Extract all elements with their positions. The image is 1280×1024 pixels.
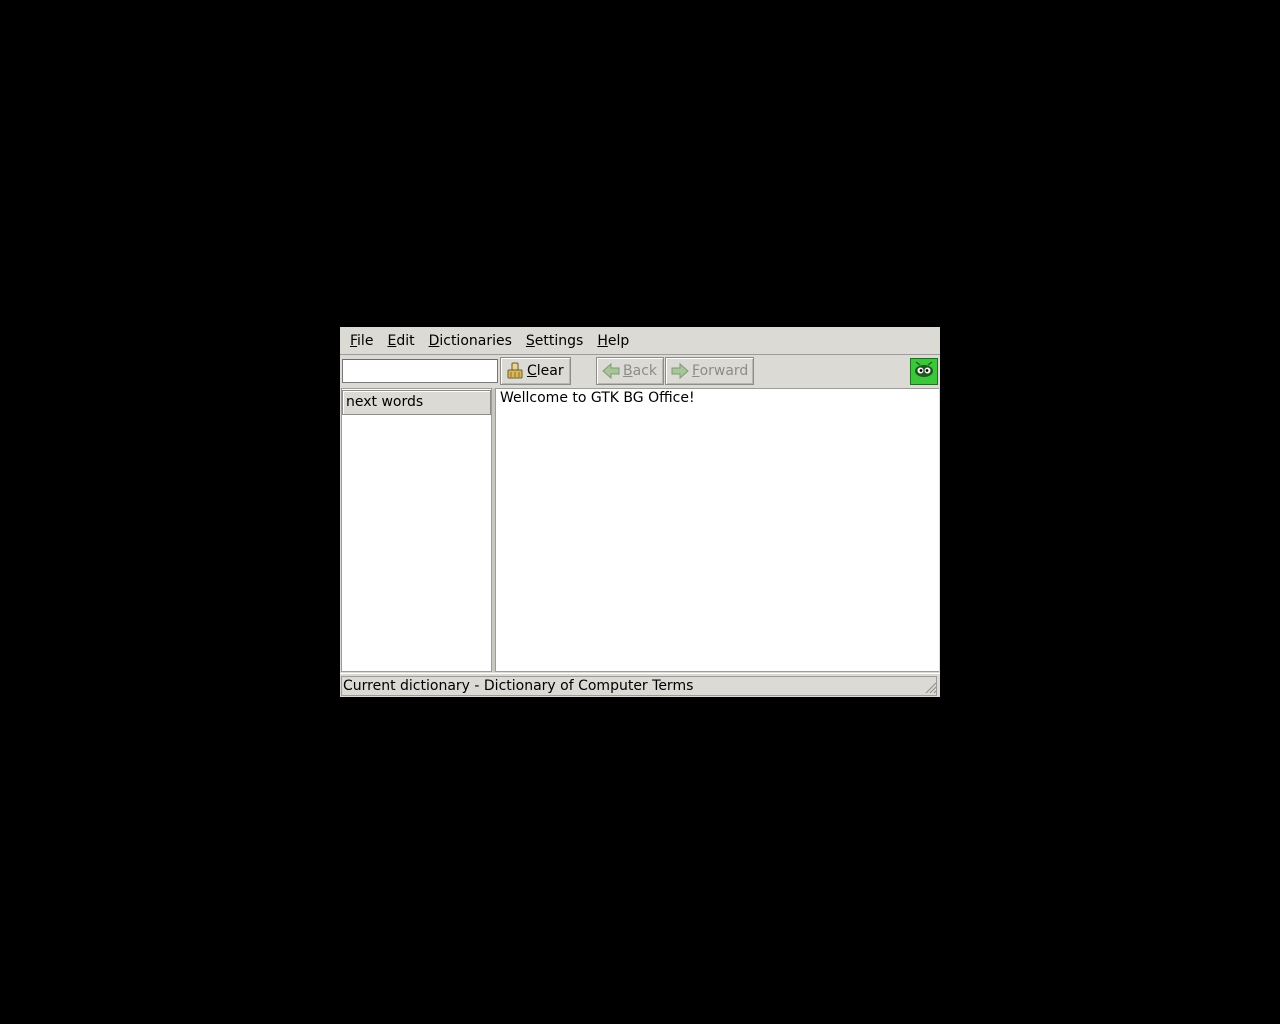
- clear-button[interactable]: Clear: [500, 357, 571, 385]
- menubar: File Edit Dictionaries Settings Help: [340, 327, 940, 355]
- menu-help[interactable]: Help: [590, 329, 636, 353]
- search-input[interactable]: [342, 359, 498, 383]
- arrow-right-icon: [670, 362, 690, 380]
- broom-icon: [505, 362, 525, 380]
- statusbar: Current dictionary - Dictionary of Compu…: [340, 673, 940, 697]
- clear-button-label: Clear: [527, 363, 564, 379]
- forward-button-label: Forward: [692, 363, 749, 379]
- menu-dictionaries[interactable]: Dictionaries: [422, 329, 519, 353]
- menu-file[interactable]: File: [343, 329, 380, 353]
- translation-view[interactable]: Wellcome to GTK BG Office!: [495, 388, 939, 672]
- forward-button[interactable]: Forward: [665, 357, 754, 385]
- next-words-header[interactable]: next words: [342, 390, 491, 415]
- menu-settings[interactable]: Settings: [519, 329, 590, 353]
- back-button-label: Back: [623, 363, 657, 379]
- gbo-logo-icon: [910, 358, 938, 385]
- welcome-text: Wellcome to GTK BG Office!: [500, 390, 695, 406]
- word-list-pane[interactable]: next words: [341, 388, 492, 672]
- resize-grip-icon[interactable]: [925, 682, 937, 694]
- gtk-bg-office-window: File Edit Dictionaries Settings Help Cle…: [340, 327, 940, 697]
- menu-edit[interactable]: Edit: [380, 329, 421, 353]
- arrow-left-icon: [601, 362, 621, 380]
- status-text: Current dictionary - Dictionary of Compu…: [341, 676, 937, 696]
- toolbar: Clear Back Forward: [340, 355, 940, 387]
- back-button[interactable]: Back: [596, 357, 664, 385]
